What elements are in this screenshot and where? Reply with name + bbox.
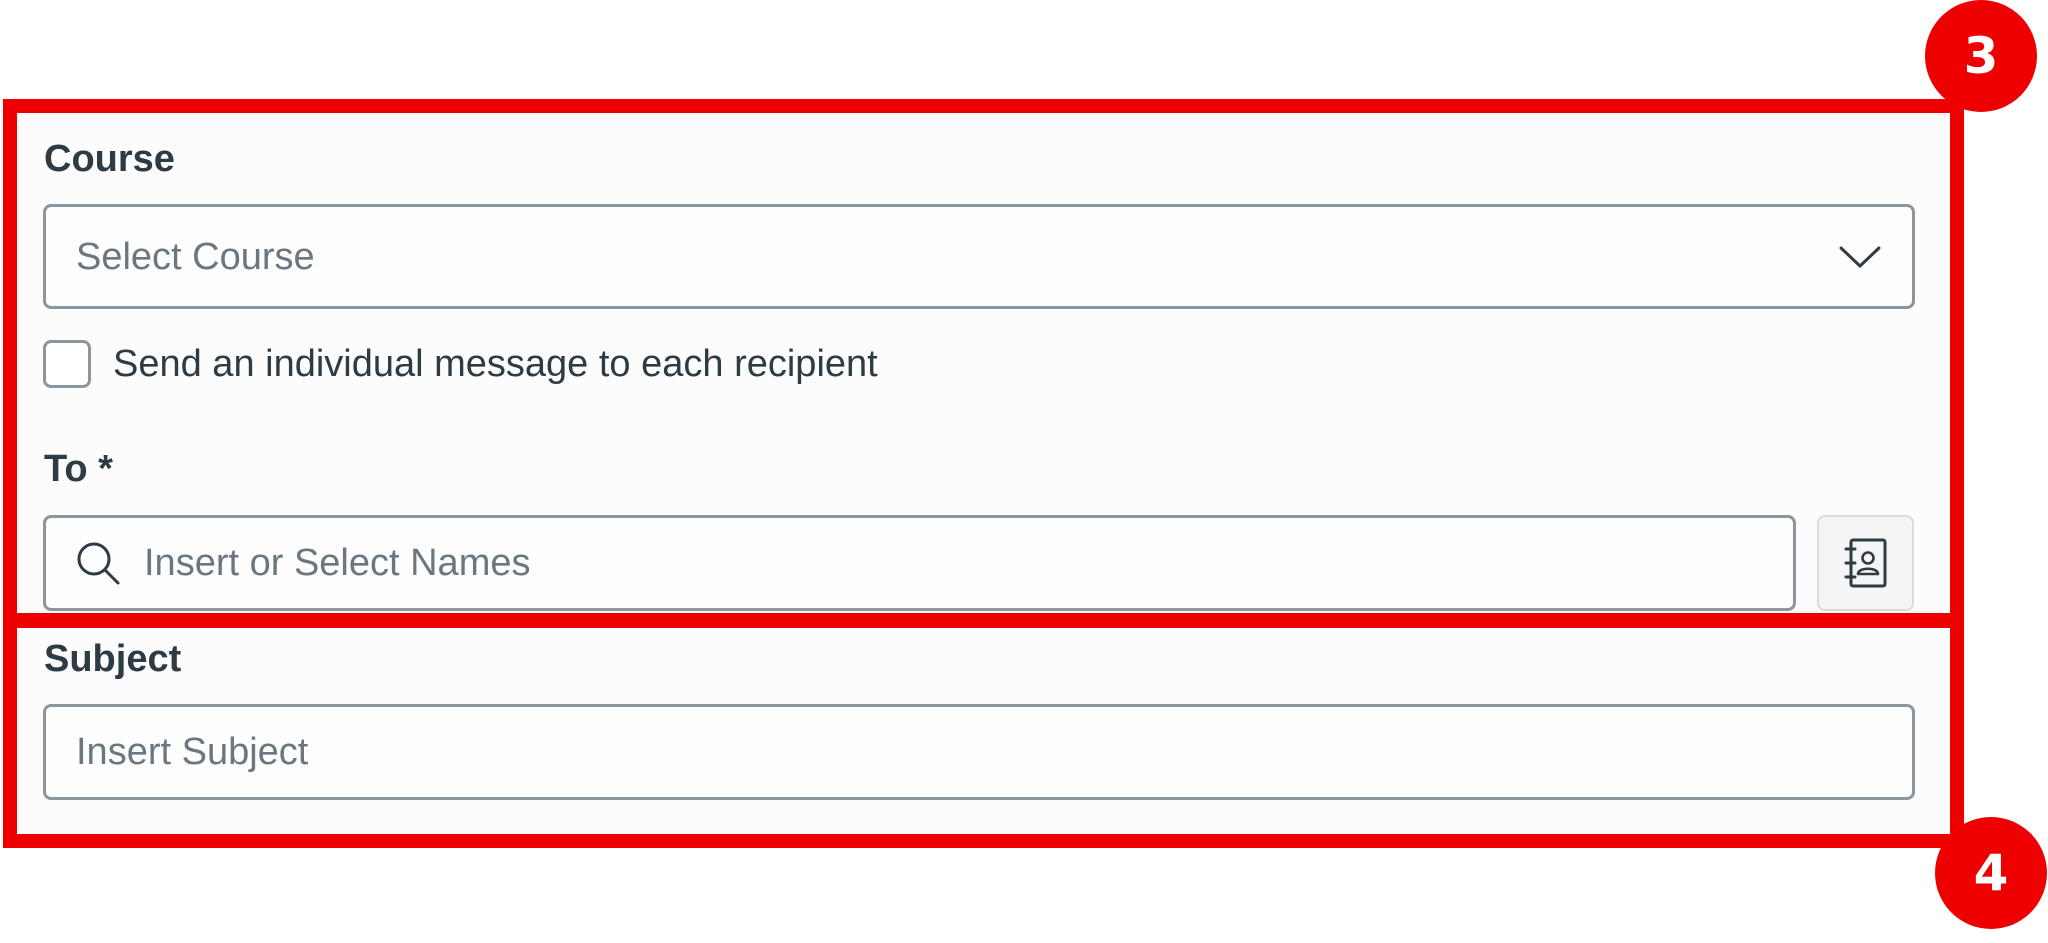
course-select-placeholder: Select Course — [76, 235, 315, 278]
search-icon — [77, 542, 120, 585]
individual-message-label: Send an individual message to each recip… — [113, 343, 878, 385]
to-input-placeholder: Insert or Select Names — [144, 542, 531, 584]
subject-input[interactable]: Insert Subject — [43, 704, 1915, 800]
individual-message-checkbox[interactable] — [43, 340, 91, 388]
callout-badge-3: 3 — [1925, 0, 2037, 112]
individual-message-row[interactable]: Send an individual message to each recip… — [43, 340, 878, 388]
chevron-down-icon — [1839, 246, 1881, 267]
subject-label: Subject — [44, 638, 182, 680]
course-label: Course — [44, 138, 175, 180]
subject-input-placeholder: Insert Subject — [76, 731, 309, 773]
to-input[interactable]: Insert or Select Names — [43, 515, 1796, 611]
address-book-button[interactable] — [1817, 515, 1914, 611]
to-label: To * — [44, 448, 113, 490]
address-book-icon — [1844, 538, 1886, 588]
compose-form-screenshot: Course Select Course Send an individual … — [0, 0, 2048, 943]
callout-badge-4: 4 — [1935, 817, 2047, 929]
course-select[interactable]: Select Course — [43, 204, 1915, 309]
